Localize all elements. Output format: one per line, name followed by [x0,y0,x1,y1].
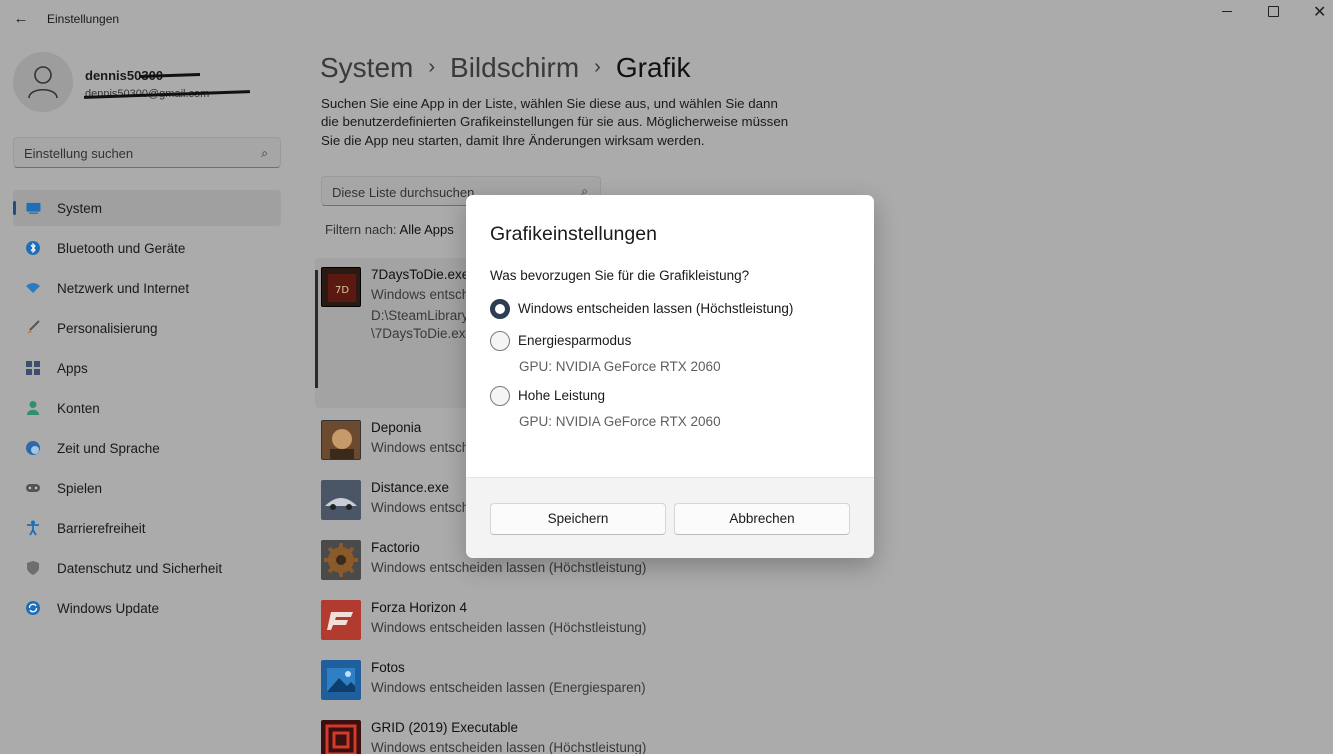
bluetooth-icon [26,241,40,255]
person-icon [27,401,39,415]
wifi-icon [26,283,40,293]
app-name: Fotos [371,660,405,675]
dialog-title: Grafikeinstellungen [490,223,657,245]
radio-label[interactable]: Energiesparmodus [518,333,631,348]
breadcrumb-system[interactable]: System [320,52,413,83]
sidebar-item-privacy[interactable]: Datenschutz und Sicherheit [13,550,281,586]
redaction-scribble [139,72,201,79]
apps-icon [26,361,40,375]
list-item[interactable]: Forza Horizon 4 Windows entscheiden lass… [321,600,881,655]
radio-high-performance[interactable] [490,386,510,406]
sidebar-item-label: Datenschutz und Sicherheit [57,561,223,576]
monitor-icon [26,202,41,214]
radio-label[interactable]: Hohe Leistung [518,388,605,403]
page-description: Suchen Sie eine App in der Liste, wählen… [321,96,789,148]
settings-search[interactable]: ⌕ [13,137,281,168]
sidebar-item-network[interactable]: Netzwerk und Internet [13,270,281,306]
brush-icon [27,320,40,334]
gpu-name: GPU: NVIDIA GeForce RTX 2060 [519,414,721,429]
app-preference: Windows entscheiden lassen (Höchstleistu… [371,560,647,575]
update-icon [26,601,40,615]
back-arrow-icon: ← [13,10,29,27]
close-icon: ✕ [1313,4,1327,21]
filter[interactable]: Filtern nach: Alle Apps [325,222,454,237]
radio-power-saving[interactable] [490,331,510,351]
list-item[interactable]: GRID (2019) Executable Windows entscheid… [321,720,881,754]
avatar[interactable] [13,52,73,112]
app-name: 7DaysToDie.exe [371,267,470,282]
sidebar-item-gaming[interactable]: Spielen [13,470,281,506]
back-button[interactable]: ← [12,10,30,28]
app-preference: Windows entscheiden lassen (Höchstleistu… [371,620,647,635]
sidebar-item-label: Netzwerk und Internet [57,281,190,296]
chevron-right-icon: › [428,56,436,78]
app-icon-fotos [321,660,361,700]
app-icon-grid [321,720,361,754]
sidebar-item-label: Zeit und Sprache [57,441,160,456]
minimize-button[interactable] [1203,0,1249,24]
app-icon-distance [321,480,361,520]
sidebar-item-label: Spielen [57,481,103,496]
dialog-question: Was bevorzugen Sie für die Grafikleistun… [490,268,750,283]
app-name: Deponia [371,420,422,435]
sidebar-item-label: System [57,201,103,216]
sidebar-item-bluetooth[interactable]: Bluetooth und Geräte [13,230,281,266]
accessibility-icon [27,520,39,536]
person-icon [28,66,58,99]
app-name: Forza Horizon 4 [371,600,468,615]
gamepad-icon [26,484,40,492]
filter-label: Filtern nach: [325,222,397,237]
dialog-footer: Speichern Abbrechen [466,477,874,558]
globe-clock-icon [26,441,40,455]
graphics-settings-dialog: Grafikeinstellungen Was bevorzugen Sie f… [466,195,874,558]
search-input[interactable] [24,144,244,162]
cancel-button[interactable]: Abbrechen [674,503,850,535]
app-name: Factorio [371,540,420,555]
app-icon-deponia [321,420,361,460]
app-icon-forza [321,600,361,640]
shield-icon [27,561,39,575]
sidebar-item-accessibility[interactable]: Barrierefreiheit [13,510,281,546]
sidebar-item-label: Windows Update [57,601,160,616]
radio-let-windows-decide[interactable] [490,299,510,319]
sidebar-item-accounts[interactable]: Konten [13,390,281,426]
title-bar: ← Einstellungen ✕ [0,0,1333,38]
radio-label[interactable]: Windows entscheiden lassen (Höchstleistu… [518,301,793,316]
sidebar-item-label: Barrierefreiheit [57,521,146,536]
sidebar-item-windows-update[interactable]: Windows Update [13,590,281,626]
maximize-button[interactable] [1249,0,1295,24]
chevron-right-icon: › [594,56,601,78]
breadcrumb-display[interactable]: Bildschirm [450,52,579,83]
svg-text:7D: 7D [335,285,349,296]
search-icon: ⌕ [261,146,268,160]
sidebar-item-system[interactable]: System [13,190,281,226]
sidebar-nav: System Bluetooth und Geräte Netzwerk und… [13,190,281,630]
app-preference: Windows entscheiden lassen (Energiespare… [371,680,646,695]
close-button[interactable]: ✕ [1295,0,1333,24]
app-name: GRID (2019) Executable [371,720,519,735]
app-icon-factorio [321,540,361,580]
filter-value[interactable]: Alle Apps [400,222,454,237]
sidebar-item-label: Apps [57,361,88,376]
sidebar-item-apps[interactable]: Apps [13,350,281,386]
save-button[interactable]: Speichern [490,503,666,535]
app-preference: Windows entscheiden lassen (Höchstleistu… [371,740,647,754]
sidebar-item-personalization[interactable]: Personalisierung [13,310,281,346]
breadcrumb: System › Bildschirm › Grafik [320,52,691,84]
app-icon-7daystodie: 7D [321,267,361,307]
app-title: Einstellungen [47,12,120,26]
sidebar-item-time-language[interactable]: Zeit und Sprache [13,430,281,466]
sidebar-item-label: Bluetooth und Geräte [57,241,186,256]
sidebar-item-label: Konten [57,401,100,416]
sidebar-item-label: Personalisierung [57,321,158,336]
gpu-name: GPU: NVIDIA GeForce RTX 2060 [519,359,721,374]
page-title: Grafik [615,52,691,83]
app-path: \7DaysToDie.exe [371,326,474,341]
app-name: Distance.exe [371,480,450,495]
list-item[interactable]: Fotos Windows entscheiden lassen (Energi… [321,660,881,715]
